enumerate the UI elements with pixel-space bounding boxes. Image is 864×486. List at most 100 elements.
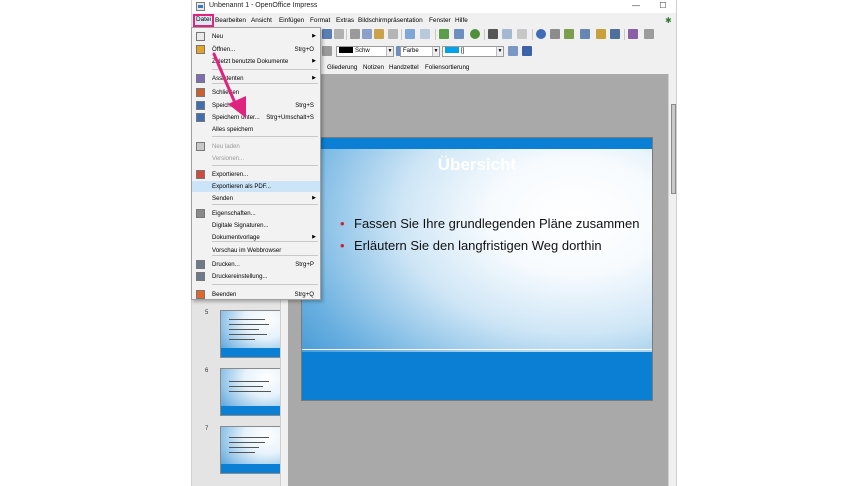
copy-icon[interactable] xyxy=(362,29,372,39)
menu-item-drucken[interactable]: Drucken... Strg+P xyxy=(192,259,320,270)
slide-show-icon[interactable] xyxy=(596,29,606,39)
format-paintbrush-icon[interactable] xyxy=(388,29,398,39)
text-line xyxy=(229,447,259,448)
menu-bildschirmpraesentation[interactable]: Bildschirmpräsentation xyxy=(357,15,424,26)
reload-icon xyxy=(196,142,205,151)
menu-item-exportieren-als-pdf[interactable]: Exportieren als PDF... xyxy=(192,181,320,192)
menu-fenster[interactable]: Fenster xyxy=(428,15,452,26)
slide-preview xyxy=(220,310,283,358)
title-bar: Unbenannt 1 - OpenOffice Impress — ☐ xyxy=(192,0,676,13)
gallery-icon[interactable] xyxy=(502,29,512,39)
close-document-icon xyxy=(196,88,205,97)
slide-layout-icon[interactable] xyxy=(580,29,590,39)
submenu-arrow-icon: ▶ xyxy=(312,33,316,39)
window-title: Unbenannt 1 - OpenOffice Impress xyxy=(209,2,318,9)
toolbar-options-icon[interactable] xyxy=(522,46,532,56)
menu-item-alles-speichern[interactable]: Alles speichern xyxy=(192,124,320,135)
help-icon[interactable] xyxy=(536,29,546,39)
edit-file-icon[interactable] xyxy=(322,29,332,39)
cut-icon[interactable] xyxy=(350,29,360,39)
slide-icon[interactable] xyxy=(564,29,574,39)
workspace-scrollbar[interactable] xyxy=(668,74,676,486)
chevron-down-icon[interactable]: ▼ xyxy=(496,47,503,56)
slide-content[interactable]: • Fassen Sie Ihre grundlegenden Pläne zu… xyxy=(340,216,640,260)
menu-item-beenden[interactable]: Beenden Strg+Q xyxy=(192,289,320,300)
export-icon xyxy=(196,170,205,179)
line-color-combo[interactable]: Schw ▼ xyxy=(336,46,394,57)
text-line xyxy=(229,386,263,387)
menu-item-label: Neu laden xyxy=(212,143,240,150)
toolbar-options-icon[interactable] xyxy=(550,29,560,39)
area-color-swatch xyxy=(445,47,459,53)
table-icon[interactable] xyxy=(454,29,464,39)
menu-item-label: Digitale Signaturen... xyxy=(212,222,269,229)
menu-ansicht[interactable]: Ansicht xyxy=(250,15,273,26)
menu-extras[interactable]: Extras xyxy=(335,15,355,26)
chevron-down-icon[interactable]: ▼ xyxy=(432,47,439,56)
shadow-icon[interactable] xyxy=(508,46,518,56)
menu-einfuegen[interactable]: Einfügen xyxy=(278,15,305,26)
paste-icon[interactable] xyxy=(374,29,384,39)
spellcheck-icon[interactable] xyxy=(334,29,344,39)
menu-item-eigenschaften[interactable]: Eigenschaften... xyxy=(192,208,320,219)
area-color-combo[interactable]: [] ▼ xyxy=(442,46,504,57)
text-line xyxy=(229,442,265,443)
chart-icon[interactable] xyxy=(439,29,449,39)
menu-item-neu-laden: Neu laden xyxy=(192,141,320,152)
menu-item-neu[interactable]: Neu ▶ xyxy=(192,31,320,42)
tab-notizen[interactable]: Notizen xyxy=(363,64,384,71)
new-document-icon xyxy=(196,32,205,41)
bullet-item: • Erläutern Sie den langfristigen Weg do… xyxy=(340,238,640,254)
slide-title[interactable]: Übersicht xyxy=(302,155,652,175)
redo-icon[interactable] xyxy=(420,29,430,39)
menu-hilfe[interactable]: Hilfe xyxy=(454,15,469,26)
tab-foliensortierung[interactable]: Foliensortierung xyxy=(425,64,469,71)
line-ends-icon[interactable] xyxy=(322,46,332,56)
menu-item-label: Drucken... xyxy=(212,261,240,268)
document-close-icon[interactable]: ✱ xyxy=(665,16,674,25)
toolbar-more-icon[interactable] xyxy=(644,29,654,39)
navigator-icon[interactable] xyxy=(470,29,480,39)
menu-item-label: Versionen... xyxy=(212,155,245,162)
menu-item-shortcut: Strg+S xyxy=(295,102,314,109)
menu-datei[interactable]: Datei xyxy=(193,14,214,27)
menu-bearbeiten[interactable]: Bearbeiten xyxy=(214,15,247,26)
area-style-combo[interactable]: Farbe ▼ xyxy=(400,46,440,57)
slide-design-icon[interactable] xyxy=(610,29,620,39)
menu-item-digitale-signaturen[interactable]: Digitale Signaturen... xyxy=(192,220,320,231)
tab-handzettel[interactable]: Handzettel xyxy=(389,64,419,71)
maximize-button[interactable]: ☐ xyxy=(656,0,670,13)
menu-item-label: Druckereinstellung... xyxy=(212,273,268,280)
menu-format[interactable]: Format xyxy=(309,15,331,26)
show-draw-functions-icon[interactable] xyxy=(488,29,498,39)
menu-item-senden[interactable]: Senden ▶ xyxy=(192,193,320,204)
text-line xyxy=(229,437,269,438)
chevron-down-icon[interactable]: ▼ xyxy=(386,47,393,56)
menu-item-exportieren[interactable]: Exportieren... xyxy=(192,169,320,180)
menu-item-shortcut: Strg+Umschalt+S xyxy=(266,114,314,121)
slide-bottom-bar xyxy=(302,352,652,400)
save-as-icon xyxy=(196,113,205,122)
menu-item-druckereinstellung[interactable]: Druckereinstellung... xyxy=(192,271,320,282)
menu-item-label: Exportieren als PDF... xyxy=(212,183,271,190)
scrollbar-thumb[interactable] xyxy=(671,104,676,194)
slide-bottom-bar xyxy=(221,464,282,473)
minimize-button[interactable]: — xyxy=(629,0,643,13)
menu-item-shortcut: Strg+Q xyxy=(294,291,314,298)
exit-icon xyxy=(196,290,205,299)
outline-icon[interactable] xyxy=(628,29,638,39)
slide-number: 5 xyxy=(205,310,209,316)
undo-icon[interactable] xyxy=(405,29,415,39)
toolbar-separator xyxy=(624,29,625,40)
text-line xyxy=(229,339,255,340)
tab-gliederung[interactable]: Gliederung xyxy=(327,64,357,71)
slides-pane-scrollbar[interactable] xyxy=(280,300,287,486)
current-slide[interactable]: Übersicht • Fassen Sie Ihre grundlegende… xyxy=(301,137,653,401)
toolbar-separator xyxy=(346,29,347,40)
zoom-icon[interactable] xyxy=(517,29,527,39)
submenu-arrow-icon: ▶ xyxy=(312,58,316,64)
print-icon xyxy=(196,260,205,269)
toolbar-separator xyxy=(532,29,533,40)
area-style-label: Farbe xyxy=(403,48,419,54)
annotation-arrow-icon xyxy=(212,52,246,118)
